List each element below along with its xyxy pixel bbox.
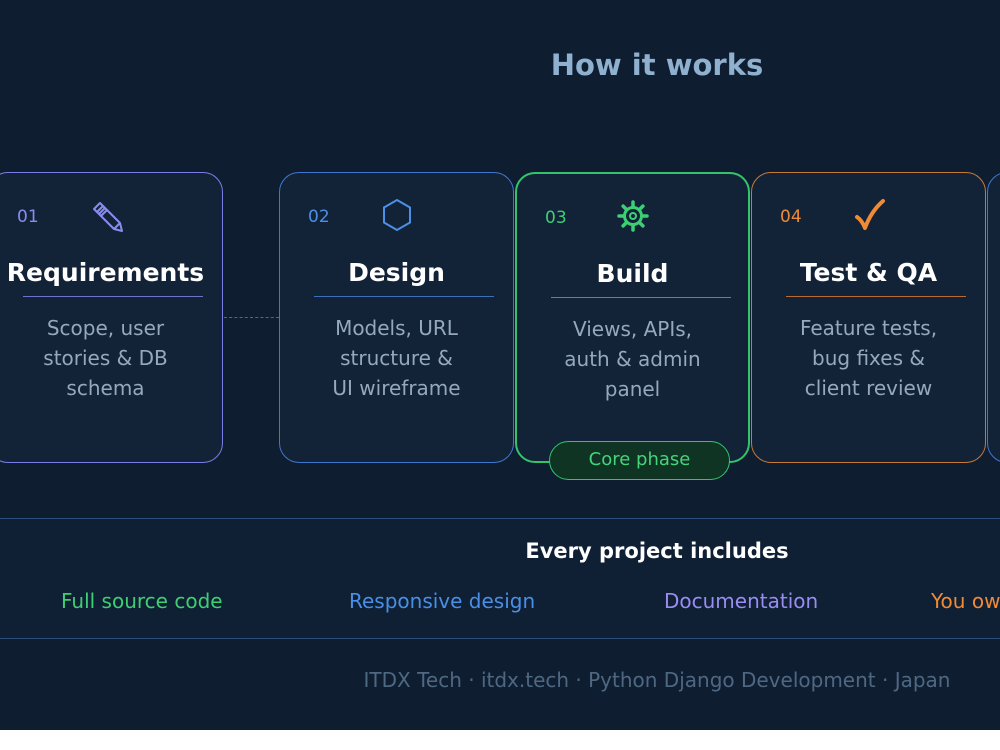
hexagon-icon bbox=[280, 193, 513, 233]
step-description: Scope, user stories & DB schema bbox=[43, 316, 168, 400]
step-divider bbox=[23, 296, 203, 297]
includes-title: Every project includes bbox=[525, 539, 789, 563]
gear-icon bbox=[517, 194, 748, 234]
page-title: How it works bbox=[550, 48, 764, 82]
step-name: Design bbox=[348, 258, 445, 287]
core-phase-badge: Core phase bbox=[549, 441, 730, 480]
step-card-build: 03 Build Views, APIs, auth & admin panel bbox=[515, 172, 750, 463]
step-card-test-qa: 04 Test & QA Feature tests, bug fixes & … bbox=[751, 172, 986, 463]
step-divider bbox=[314, 296, 494, 297]
page-bottom-edge bbox=[0, 730, 1000, 750]
step-description: Views, APIs, auth & admin panel bbox=[564, 317, 701, 401]
step-name: Requirements bbox=[6, 258, 205, 287]
project-includes-band: Every project includes Full source code … bbox=[0, 518, 1000, 639]
footer-text: ITDX Tech · itdx.tech · Python Django De… bbox=[363, 668, 951, 692]
checkmark-icon bbox=[752, 193, 985, 233]
step-description: Feature tests, bug fixes & client review bbox=[799, 316, 938, 400]
step-divider bbox=[786, 296, 966, 297]
step-card-partial bbox=[987, 172, 1000, 463]
step-connector bbox=[224, 317, 279, 318]
step-name: Build bbox=[596, 259, 669, 288]
step-description: Models, URL structure & UI wireframe bbox=[332, 316, 461, 400]
step-card-requirements: 01 Requirements Scope, user stories & DB… bbox=[0, 172, 223, 463]
pencil-icon bbox=[0, 193, 222, 233]
feature-source-code: Full source code bbox=[61, 589, 223, 613]
step-card-design: 02 Design Models, URL structure & UI wir… bbox=[279, 172, 514, 463]
step-divider bbox=[551, 297, 731, 298]
feature-documentation: Documentation bbox=[664, 589, 819, 613]
feature-ownership: You ow bbox=[931, 589, 1000, 613]
step-name: Test & QA bbox=[799, 258, 938, 287]
how-it-works-diagram: How it works 01 Requirements Scope, user… bbox=[0, 0, 1000, 730]
feature-responsive-design: Responsive design bbox=[349, 589, 536, 613]
